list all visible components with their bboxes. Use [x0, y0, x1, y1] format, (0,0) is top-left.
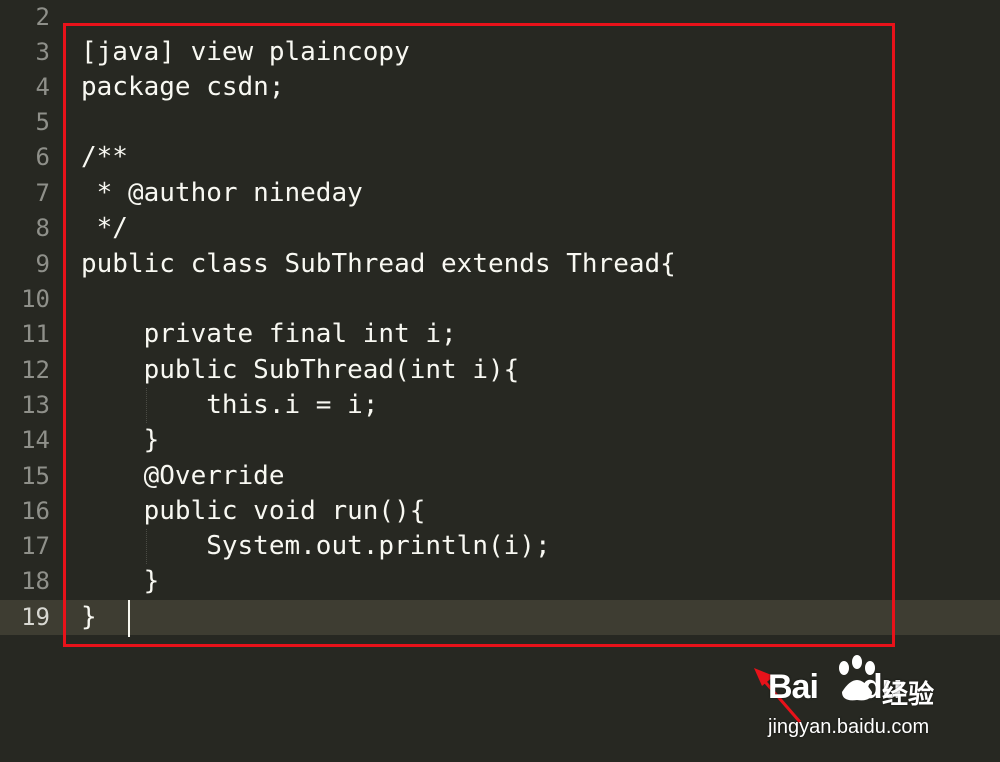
- code-editor[interactable]: 2 3 4 5 6 7 8 9 10 11 12 13 14 15 16 17 …: [0, 0, 1000, 762]
- baidu-jingyan-watermark: Bai du 经验 jingyan.baidu.com: [752, 650, 982, 750]
- watermark-product: 经验: [882, 680, 935, 710]
- annotation-highlight-box: [63, 23, 895, 647]
- paw-logo-icon: [839, 655, 875, 701]
- watermark-url: jingyan.baidu.com: [768, 716, 930, 738]
